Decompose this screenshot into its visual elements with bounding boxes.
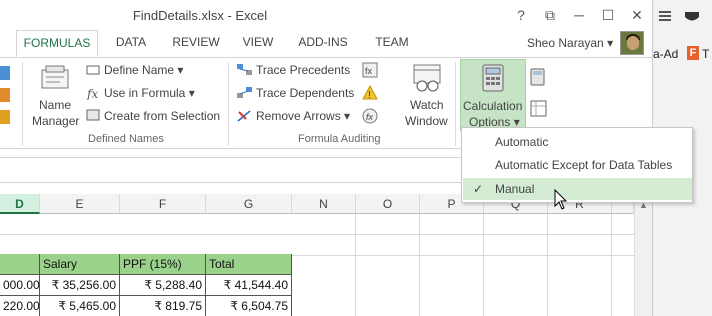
bookmark-label-2[interactable]: T — [702, 47, 709, 61]
name-manager-label-2[interactable]: Manager — [32, 114, 79, 128]
calculate-now-icon[interactable] — [530, 68, 546, 86]
use-in-formula-icon: fx — [86, 87, 98, 100]
grid-row[interactable] — [0, 235, 634, 256]
worksheet-grid[interactable]: D E F G N O P Q R Salary PPF (15%) Total… — [0, 194, 634, 316]
trace-precedents-button[interactable]: Trace Precedents — [256, 63, 350, 77]
error-checking-icon[interactable]: ! — [362, 85, 382, 101]
defined-names-group-label: Defined Names — [88, 133, 164, 145]
calculation-options-menu: Automatic Automatic Except for Data Tabl… — [461, 127, 693, 203]
watch-window-icon — [413, 64, 441, 92]
name-manager-label-1[interactable]: Name — [39, 98, 71, 112]
calculation-options-label-1: Calculation — [463, 99, 523, 113]
function-library-icon[interactable] — [0, 66, 10, 80]
svg-text:!: ! — [368, 90, 371, 101]
column-header-d[interactable]: D — [0, 194, 40, 214]
table-header-cell[interactable]: Total — [206, 254, 292, 275]
create-from-selection-icon — [86, 109, 100, 121]
maximize-button[interactable]: ☐ — [597, 5, 619, 25]
trace-dependents-button[interactable]: Trace Dependents — [256, 86, 354, 100]
evaluate-formula-icon[interactable]: fx — [362, 108, 380, 124]
help-button[interactable]: ? — [510, 5, 532, 25]
remove-arrows-icon — [237, 110, 251, 122]
define-name-button[interactable]: Define Name ▾ — [104, 63, 183, 77]
user-name[interactable]: Sheo Narayan ▾ — [527, 36, 613, 50]
table-header-cell[interactable] — [0, 254, 40, 275]
column-header-f[interactable]: F — [120, 194, 206, 214]
table-header-cell[interactable]: PPF (15%) — [120, 254, 206, 275]
mouse-cursor-icon — [554, 189, 568, 210]
group-separator — [228, 62, 229, 146]
tab-data[interactable]: DATA — [106, 30, 156, 57]
table-cell[interactable]: ₹ 35,256.00 — [40, 275, 120, 296]
column-header-g[interactable]: G — [206, 194, 292, 214]
table-header-cell[interactable]: Salary — [40, 254, 120, 275]
window-title: FindDetails.xlsx - Excel — [132, 8, 268, 23]
title-bar: FindDetails.xlsx - Excel ? ⧉ ─ ☐ ✕ — [0, 0, 652, 30]
table-cell[interactable]: ₹ 819.75 — [120, 296, 206, 316]
tab-review[interactable]: REVIEW — [166, 30, 226, 57]
grid-row[interactable] — [0, 214, 634, 235]
svg-text:fx: fx — [366, 112, 374, 122]
function-library-icon[interactable] — [0, 110, 10, 124]
pocket-icon[interactable] — [683, 9, 701, 25]
menu-item-automatic-except-data-tables[interactable]: Automatic Except for Data Tables — [463, 154, 692, 176]
table-cell[interactable]: ₹ 5,465.00 — [40, 296, 120, 316]
column-header-e[interactable]: E — [40, 194, 120, 214]
function-library-icon[interactable] — [0, 88, 10, 102]
menu-item-manual[interactable]: ✓ Manual — [463, 178, 692, 200]
formula-auditing-group-label: Formula Auditing — [298, 133, 381, 145]
svg-text:fx: fx — [86, 87, 98, 100]
checkmark-icon: ✓ — [473, 182, 484, 196]
table-cell[interactable]: ₹ 6,504.75 — [206, 296, 292, 316]
column-header-o[interactable]: O — [356, 194, 420, 214]
trace-dependents-icon — [237, 87, 252, 98]
create-from-selection-button[interactable]: Create from Selection — [104, 109, 220, 123]
tab-formulas[interactable]: FORMULAS — [16, 30, 98, 57]
watch-window-label-1[interactable]: Watch — [410, 98, 444, 112]
bookmark-label[interactable]: a-Ad — [653, 47, 678, 61]
calculation-options-button[interactable]: Calculation Options ▾ — [460, 59, 526, 131]
group-separator — [22, 62, 23, 146]
define-name-icon — [86, 65, 100, 75]
name-manager-icon — [41, 65, 69, 89]
ribbon-display-options-icon[interactable]: ⧉ — [539, 5, 561, 25]
table-cell[interactable]: 220.00 — [0, 296, 40, 316]
trace-precedents-icon — [237, 64, 252, 75]
avatar[interactable] — [620, 31, 644, 55]
group-separator — [455, 62, 456, 146]
close-button[interactable]: ✕ — [626, 5, 648, 25]
menu-item-automatic[interactable]: Automatic — [463, 131, 692, 153]
calculator-icon — [482, 64, 504, 92]
table-cell[interactable]: 000.00 — [0, 275, 40, 296]
minimize-button[interactable]: ─ — [568, 5, 590, 25]
ribbon-tabs: FORMULAS DATA REVIEW VIEW ADD-INS TEAM S… — [0, 30, 652, 57]
calculate-sheet-icon[interactable] — [530, 100, 548, 118]
watch-window-label-2[interactable]: Window — [405, 114, 448, 128]
use-in-formula-button[interactable]: Use in Formula ▾ — [104, 86, 195, 100]
show-formulas-icon[interactable]: fx — [362, 62, 378, 78]
remove-arrows-button[interactable]: Remove Arrows ▾ — [256, 109, 350, 123]
svg-text:fx: fx — [365, 66, 373, 76]
table-cell[interactable]: ₹ 41,544.40 — [206, 275, 292, 296]
tab-team[interactable]: TEAM — [366, 30, 418, 57]
bookmark-favicon-icon: F — [687, 46, 699, 60]
vertical-scrollbar[interactable]: ▲ — [634, 194, 652, 316]
tab-view[interactable]: VIEW — [236, 30, 280, 57]
table-cell[interactable]: ₹ 5,288.40 — [120, 275, 206, 296]
tab-add-ins[interactable]: ADD-INS — [290, 30, 356, 57]
column-header-n[interactable]: N — [292, 194, 356, 214]
reading-list-icon[interactable] — [657, 9, 673, 23]
